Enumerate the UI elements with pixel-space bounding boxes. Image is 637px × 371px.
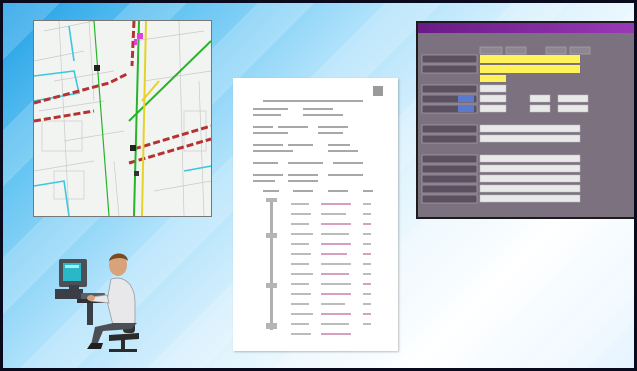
form-titlebar — [418, 23, 634, 33]
person-at-computer-icon — [51, 245, 155, 355]
map-image — [33, 20, 212, 217]
data-entry-form-window — [416, 21, 634, 219]
printed-report-icon — [233, 78, 398, 351]
slide-frame — [0, 0, 637, 371]
street-map-icon — [34, 21, 211, 216]
report-document-image — [233, 78, 398, 351]
form-fields-icon — [418, 33, 634, 217]
